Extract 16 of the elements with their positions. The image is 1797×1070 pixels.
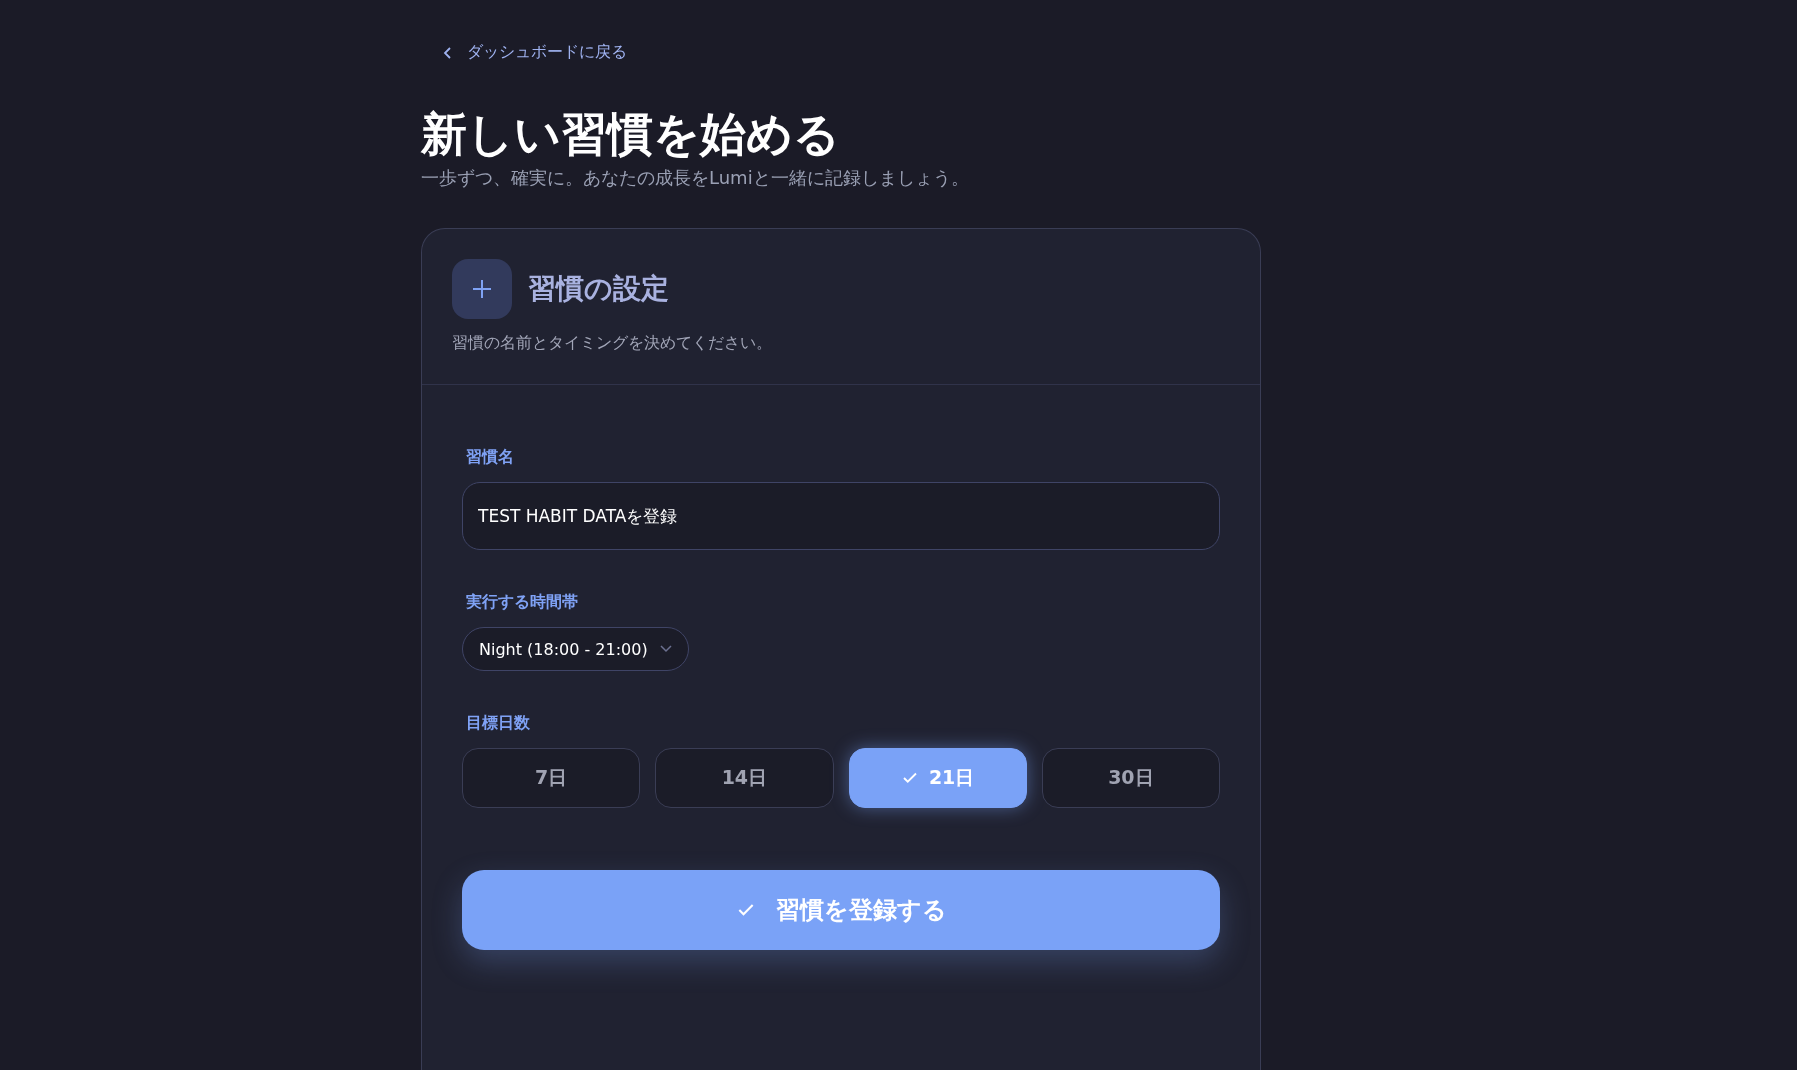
back-link[interactable]: ダッシュボードに戻る <box>443 42 627 63</box>
plus-icon <box>452 259 512 320</box>
card-title: 習慣の設定 <box>528 271 669 308</box>
habit-name-field[interactable]: TEST HABIT DATAを登録 <box>462 482 1220 551</box>
chevron-down-icon <box>659 645 672 654</box>
field-label: 習慣名 <box>466 447 514 469</box>
day-option-button[interactable]: 7日 <box>462 748 641 809</box>
day-option-button[interactable]: 30日 <box>1041 748 1220 809</box>
card-description: 習慣の名前とタイミングを決めてください。 <box>452 333 773 355</box>
chevron-left-icon <box>443 45 453 60</box>
time-slot-dropdown[interactable]: Night (18:00 - 21:00) <box>462 627 689 672</box>
page-subtitle: 一歩ずつ、確実に。あなたの成長をLumiと一緒に記録しましょう。 <box>421 166 970 191</box>
day-option-button[interactable]: 14日 <box>655 748 834 809</box>
field-label: 実行する時間帯 <box>466 592 578 614</box>
field-label: 目標日数 <box>466 713 530 735</box>
page-title: 新しい習慣を始める <box>421 107 841 163</box>
